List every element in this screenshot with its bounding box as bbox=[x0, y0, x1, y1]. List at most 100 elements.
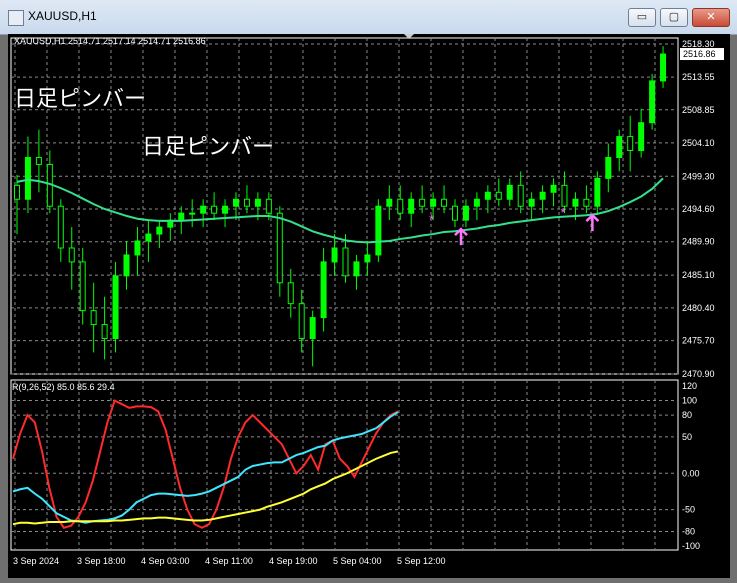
candle-body[interactable] bbox=[342, 247, 349, 277]
candle-body[interactable] bbox=[123, 254, 130, 277]
candle-body[interactable] bbox=[14, 184, 20, 200]
candle-body[interactable] bbox=[200, 205, 207, 214]
candle-body[interactable] bbox=[528, 198, 535, 207]
candle-body[interactable] bbox=[178, 212, 185, 221]
price-tick-label: 2504.10 bbox=[682, 138, 715, 148]
time-axis-label: 5 Sep 04:00 bbox=[333, 556, 382, 566]
price-tick-label: 2475.70 bbox=[682, 336, 715, 346]
price-tick-label: 2508.85 bbox=[682, 105, 715, 115]
chart-canvas[interactable]: 2518.30 2513.55 2508.85 2504.10 2499.30 2494.… bbox=[8, 34, 730, 578]
candle-body[interactable] bbox=[243, 198, 250, 207]
candle-body[interactable] bbox=[452, 205, 458, 221]
indicator-series-line bbox=[12, 450, 399, 526]
candle-body[interactable] bbox=[68, 247, 75, 263]
candle-body[interactable] bbox=[276, 212, 283, 284]
candle-body[interactable] bbox=[222, 205, 229, 214]
candle-body[interactable] bbox=[298, 303, 305, 339]
candle-body[interactable] bbox=[254, 198, 261, 207]
time-axis-label: 5 Sep 12:00 bbox=[397, 556, 446, 566]
close-button[interactable]: ✕ bbox=[692, 8, 730, 27]
maximize-button[interactable]: ▢ bbox=[660, 8, 688, 27]
price-tick-label: 2499.30 bbox=[682, 171, 715, 181]
indicator-series-line bbox=[12, 399, 399, 529]
price-tick-label: 2480.40 bbox=[682, 303, 715, 313]
price-tick-label: 2513.55 bbox=[682, 72, 715, 82]
candle-body[interactable] bbox=[561, 184, 568, 207]
candle-body[interactable] bbox=[408, 198, 415, 214]
candle-body[interactable] bbox=[320, 261, 327, 319]
candle-body[interactable] bbox=[484, 191, 491, 200]
candle-body[interactable] bbox=[353, 261, 360, 277]
indicator-panel[interactable] bbox=[12, 399, 399, 529]
indicator-tick-label: 120 bbox=[682, 381, 697, 391]
candle-body[interactable] bbox=[649, 80, 656, 124]
current-price-label: 2516.86 bbox=[683, 49, 716, 59]
candle-body[interactable] bbox=[441, 198, 448, 207]
indicator-tick-label: 80 bbox=[682, 410, 692, 420]
indicator-tick-label: 0.00 bbox=[682, 468, 700, 478]
time-axis-label: 4 Sep 19:00 bbox=[269, 556, 318, 566]
candle-body[interactable] bbox=[550, 184, 557, 193]
candle-body[interactable] bbox=[364, 254, 371, 263]
candle-body[interactable] bbox=[430, 198, 437, 207]
candle-body[interactable] bbox=[605, 156, 612, 179]
candle-body[interactable] bbox=[90, 310, 97, 326]
indicator-tick-label: -100 bbox=[682, 541, 700, 551]
candle-body[interactable] bbox=[287, 282, 294, 305]
candle-body[interactable] bbox=[35, 156, 42, 165]
candle-body[interactable] bbox=[331, 247, 338, 263]
main-header-label: XAUUSD,H1 2514.71 2517.14 2514.71 2516.8… bbox=[14, 36, 206, 46]
candle-body[interactable] bbox=[638, 122, 645, 152]
candle-body[interactable] bbox=[616, 136, 623, 158]
candle-body[interactable] bbox=[211, 205, 218, 214]
candle-body[interactable] bbox=[24, 156, 31, 200]
candle-body[interactable] bbox=[309, 317, 316, 339]
star-marker-icon: * bbox=[561, 205, 566, 220]
candle-body[interactable] bbox=[386, 198, 393, 207]
application-window: XAUUSD,H1 ▭ ▢ ✕ 2518.30 2513.55 2508.85 250… bbox=[0, 0, 737, 582]
price-panel[interactable]: 2516.86 * * bbox=[14, 34, 725, 367]
candle-body[interactable] bbox=[145, 233, 152, 242]
annotation-label-2: 日足ピンバー bbox=[142, 134, 274, 159]
star-marker-icon: * bbox=[429, 212, 434, 227]
indicator-tick-label: -50 bbox=[682, 505, 695, 515]
candle-body[interactable] bbox=[375, 205, 382, 256]
candle-body[interactable] bbox=[473, 198, 480, 207]
candle-body[interactable] bbox=[594, 177, 601, 207]
candle-body[interactable] bbox=[462, 205, 469, 221]
window-title: XAUUSD,H1 bbox=[28, 9, 97, 23]
buy-arrow-icon bbox=[585, 213, 600, 232]
candle-body[interactable] bbox=[101, 324, 108, 339]
candle-body[interactable] bbox=[627, 136, 634, 152]
candle-body[interactable] bbox=[495, 191, 502, 200]
candle-body[interactable] bbox=[79, 261, 86, 312]
indicator-tick-label: 50 bbox=[682, 432, 692, 442]
candle-body[interactable] bbox=[112, 275, 119, 339]
price-tick-label: 2518.30 bbox=[682, 39, 715, 49]
candle-body[interactable] bbox=[583, 198, 590, 207]
candle-body[interactable] bbox=[134, 240, 141, 256]
candle-body[interactable] bbox=[189, 212, 196, 215]
candle-body[interactable] bbox=[539, 191, 546, 200]
candle-body[interactable] bbox=[419, 198, 426, 207]
chart-area[interactable]: 2518.30 2513.55 2508.85 2504.10 2499.30 2494.… bbox=[8, 34, 730, 578]
price-tick-label: 2489.90 bbox=[682, 237, 715, 247]
candle-body[interactable] bbox=[660, 53, 667, 82]
indicator-tick-label: -80 bbox=[682, 526, 695, 536]
candle-body[interactable] bbox=[397, 198, 404, 214]
candle-body[interactable] bbox=[265, 198, 272, 214]
candle-body[interactable] bbox=[233, 198, 239, 207]
title-bar[interactable]: XAUUSD,H1 ▭ ▢ ✕ bbox=[0, 0, 737, 35]
time-axis-label: 4 Sep 03:00 bbox=[141, 556, 190, 566]
time-axis-label: 3 Sep 18:00 bbox=[77, 556, 126, 566]
price-tick-label: 2470.90 bbox=[682, 369, 715, 379]
candle-body[interactable] bbox=[506, 184, 513, 200]
chart-window-icon bbox=[8, 10, 24, 26]
indicator-tick-label: 100 bbox=[682, 396, 697, 406]
candle-body[interactable] bbox=[57, 205, 64, 249]
candle-body[interactable] bbox=[156, 226, 163, 235]
candle-body[interactable] bbox=[572, 198, 579, 207]
candle-body[interactable] bbox=[517, 184, 524, 207]
minimize-button[interactable]: ▭ bbox=[628, 8, 656, 27]
price-tick-label: 2494.60 bbox=[682, 204, 715, 214]
